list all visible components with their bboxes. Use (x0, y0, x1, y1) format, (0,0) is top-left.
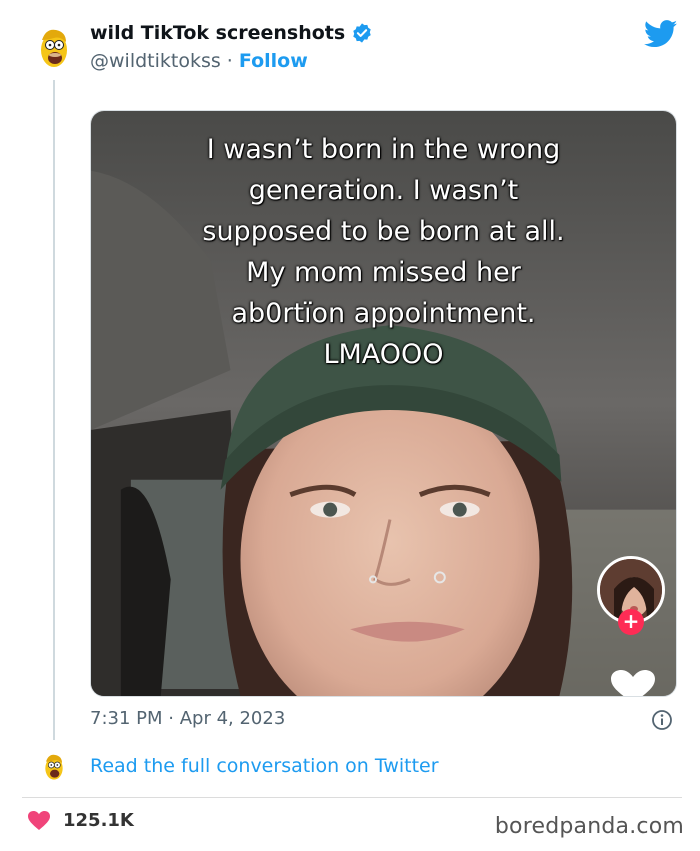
tweet-card: wild TikTok screenshots @wildtiktokss · … (22, 0, 687, 790)
tweet-time: 7:31 PM (90, 708, 163, 729)
heart-icon[interactable] (27, 810, 51, 831)
caption-line: supposed to be born at all. (202, 216, 565, 247)
likes-counter[interactable]: 125.1K (27, 810, 134, 831)
caption-line: ab0rtïon appointment. (231, 298, 536, 329)
info-icon[interactable] (651, 709, 673, 731)
handle-row: @wildtiktokss · Follow (90, 50, 308, 72)
separator-dot: · (162, 708, 180, 729)
caption-line: I wasn’t born in the wrong (206, 134, 561, 165)
separator-dot: · (220, 50, 239, 72)
profile-avatar-small[interactable] (42, 752, 66, 782)
boredpanda-watermark: boredpanda.com (494, 814, 684, 839)
handle[interactable]: @wildtiktokss (90, 50, 221, 72)
profile-avatar[interactable] (36, 26, 72, 70)
divider (22, 797, 682, 798)
likes-count: 125.1K (63, 810, 134, 831)
tweet-media[interactable]: I wasn’t born in the wrong generation. I… (90, 110, 677, 697)
display-name[interactable]: wild TikTok screenshots (90, 22, 345, 44)
author-name-row[interactable]: wild TikTok screenshots (90, 22, 373, 44)
caption-line: My mom missed her (246, 257, 521, 288)
heart-icon[interactable] (609, 669, 657, 697)
read-full-conversation-link[interactable]: Read the full conversation on Twitter (90, 755, 439, 777)
tweet-timestamp[interactable]: 7:31 PM · Apr 4, 2023 (90, 708, 285, 729)
caption-line: LMAOOO (323, 339, 444, 370)
caption-line: generation. I wasn’t (248, 175, 519, 206)
plus-icon[interactable]: + (618, 609, 644, 635)
tweet-date: Apr 4, 2023 (179, 708, 286, 729)
follow-link[interactable]: Follow (239, 50, 308, 72)
thread-line (53, 80, 55, 740)
twitter-bird-icon[interactable] (644, 20, 678, 48)
verified-badge-icon (353, 23, 371, 43)
video-caption: I wasn’t born in the wrong generation. I… (91, 129, 676, 375)
